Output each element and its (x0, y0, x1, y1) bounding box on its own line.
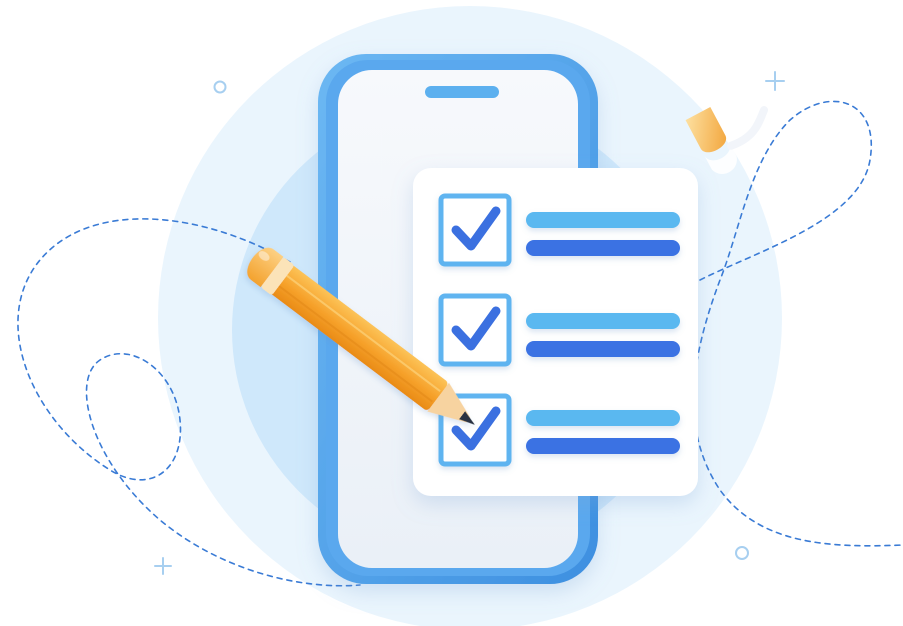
phone-speaker (425, 86, 499, 98)
sparkle-ring-bottom-right (735, 546, 749, 560)
text-line-light (526, 410, 680, 426)
sparkle-plus-top-right (765, 71, 785, 91)
task-checklist-illustration (0, 0, 903, 626)
text-line-dark (526, 438, 680, 454)
text-line-light (526, 313, 680, 329)
text-line-dark (526, 240, 680, 256)
checkbox (438, 293, 512, 367)
illustration-canvas (17, 6, 903, 626)
checkbox (438, 193, 512, 267)
sparkle-plus-bottom-left (154, 557, 172, 575)
sparkle-ring-top-left (213, 80, 227, 94)
text-line-dark (526, 341, 680, 357)
text-line-light (526, 212, 680, 228)
